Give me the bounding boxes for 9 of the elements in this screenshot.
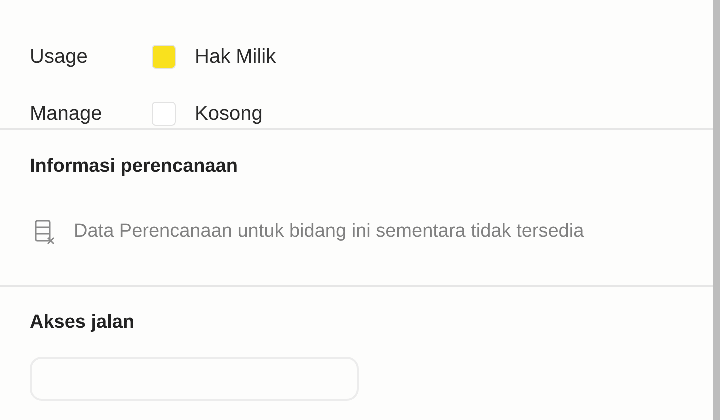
database-x-icon: [34, 219, 56, 245]
empty-state-message: Data Perencanaan untuk bidang ini sementara tidak tersedia: [74, 221, 584, 243]
section-title: Akses jalan: [30, 312, 136, 334]
legend-value: Kosong: [195, 102, 263, 126]
legend-label: Manage: [30, 102, 104, 126]
section-title: Informasi perencanaan: [30, 156, 240, 178]
legend-label: Usage: [30, 46, 89, 68]
legend-value: Hak Milik: [195, 46, 276, 68]
scrollbar[interactable]: [713, 0, 720, 420]
